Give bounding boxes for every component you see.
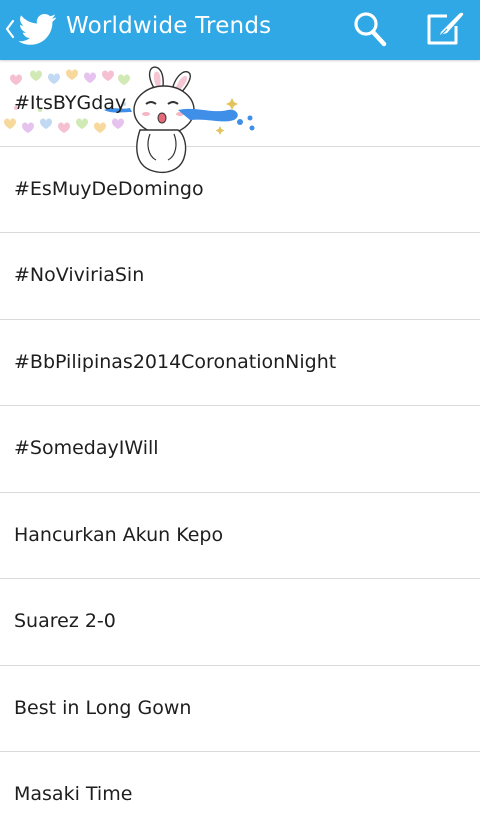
trend-label: #ItsBYGday — [14, 92, 127, 114]
trend-label: #EsMuyDeDomingo — [14, 177, 204, 200]
trend-label: Best in Long Gown — [14, 696, 192, 719]
app-screen: Worldwide Trends #ItsBYGday #EsMuyDeDomi… — [0, 0, 480, 817]
chevron-left-icon[interactable] — [4, 18, 16, 40]
compose-icon[interactable] — [425, 10, 465, 46]
page-title: Worldwide Trends — [66, 13, 272, 39]
trends-list: #ItsBYGday #EsMuyDeDomingo #NoViviriaSin… — [0, 60, 480, 817]
top-app-bar: Worldwide Trends — [0, 0, 480, 60]
trend-row[interactable]: #NoViviriaSin — [0, 233, 480, 320]
bird-icon[interactable] — [18, 12, 58, 46]
trend-row[interactable]: #BbPilipinas2014CoronationNight — [0, 320, 480, 406]
trend-label: Hancurkan Akun Kepo — [14, 523, 224, 546]
trend-row[interactable]: #SomedayIWill — [0, 406, 480, 493]
trend-row[interactable]: Masaki Time — [0, 752, 480, 817]
trend-row[interactable]: #EsMuyDeDomingo — [0, 147, 480, 233]
trend-row[interactable]: #ItsBYGday — [0, 60, 480, 147]
trend-label: Masaki Time — [14, 783, 133, 805]
trend-row[interactable]: Best in Long Gown — [0, 666, 480, 752]
trend-row[interactable]: Suarez 2-0 — [0, 579, 480, 666]
search-icon[interactable] — [353, 11, 387, 47]
trend-label: #SomedayIWill — [14, 437, 159, 459]
trend-label: Suarez 2-0 — [14, 610, 116, 632]
trend-label: #BbPilipinas2014CoronationNight — [14, 350, 337, 373]
trend-label: #NoViviriaSin — [14, 264, 145, 286]
trend-row[interactable]: Hancurkan Akun Kepo — [0, 493, 480, 579]
